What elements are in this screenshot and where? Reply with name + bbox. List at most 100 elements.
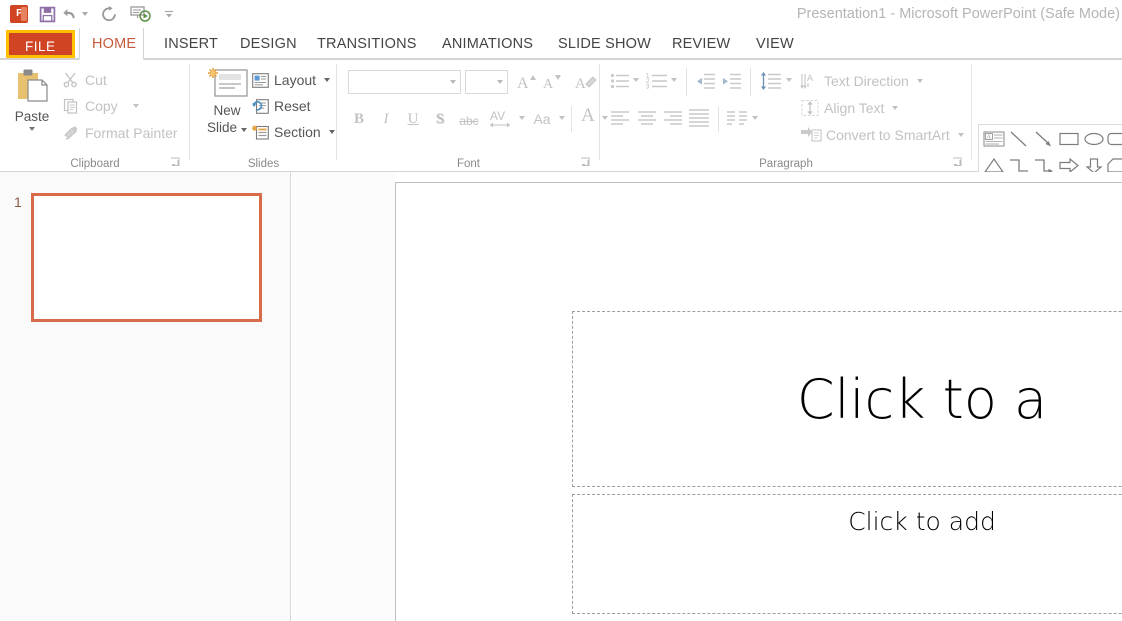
paragraph-divider-3 [718,106,719,132]
tab-design[interactable]: DESIGN [228,28,309,60]
columns-dropdown-icon[interactable] [752,116,758,120]
strikethrough-button[interactable]: abc [454,109,484,133]
change-case-button[interactable]: Aa [529,107,555,131]
bold-button[interactable]: B [349,107,369,131]
align-text-button[interactable]: Align Text [800,97,899,119]
copy-icon [62,97,80,115]
customize-qat-icon[interactable] [156,2,182,26]
paste-button[interactable]: Paste [10,66,54,148]
font-size-combobox[interactable] [465,70,508,94]
bullets-dropdown-icon[interactable] [633,78,639,82]
font-name-dropdown-icon[interactable] [450,80,456,84]
group-label-clipboard: Clipboard [70,158,120,170]
convert-to-smartart-dropdown-icon[interactable] [957,133,964,137]
reset-icon [250,96,270,116]
line-shape-icon[interactable] [1006,126,1031,152]
powerpoint-window: Presentation1 - Microsoft PowerPoint (Sa… [0,0,1122,621]
tab-transitions[interactable]: TRANSITIONS [305,28,429,60]
text-box-shape-icon[interactable]: A [981,126,1006,152]
slide-thumbnail-pane[interactable]: 1 [0,172,291,621]
decrease-indent-button[interactable] [696,72,716,90]
tab-file[interactable]: FILE [6,30,75,58]
section-dropdown-icon[interactable] [328,130,335,134]
increase-indent-button[interactable] [722,72,742,90]
oval-shape-icon[interactable] [1081,126,1106,152]
subtitle-placeholder[interactable]: Click to add [572,494,1122,614]
clear-formatting-button[interactable]: A [573,70,599,94]
bullets-button[interactable] [610,72,630,90]
rectangle-shape-icon[interactable] [1056,126,1081,152]
arrow-shape-icon[interactable] [1031,126,1056,152]
decrease-font-size-button[interactable]: A [540,70,564,94]
numbering-button[interactable]: 1 2 3 [646,72,668,90]
tab-review[interactable]: REVIEW [660,28,742,60]
powerpoint-logo-icon[interactable]: P [6,2,32,26]
new-slide-dropdown-icon[interactable] [241,128,248,132]
tab-animations[interactable]: ANIMATIONS [430,28,545,60]
text-shadow-button[interactable]: S [430,107,450,131]
group-font: A A A B I U S abc AV Aa A Font [337,60,608,172]
clipboard-dialog-launcher[interactable] [170,157,182,169]
text-direction-button[interactable]: A Text Direction [800,70,923,92]
ribbon-tab-strip: HOME INSERT DESIGN TRANSITIONS ANIMATION… [0,28,1122,60]
copy-label: Copy [85,98,118,114]
italic-button[interactable]: I [376,107,396,131]
paste-dropdown-icon[interactable] [29,126,35,132]
quick-access-toolbar: P [6,2,182,26]
align-right-button[interactable] [663,110,683,126]
svg-text:A: A [575,76,586,92]
align-left-button[interactable] [610,110,630,126]
new-slide-button[interactable]: New Slide [198,66,256,156]
font-inner-divider [571,106,572,132]
character-spacing-dropdown-icon[interactable] [519,116,525,120]
format-painter-button[interactable]: Format Painter [62,121,178,145]
change-case-dropdown-icon[interactable] [559,116,565,120]
layout-dropdown-icon[interactable] [324,78,331,82]
format-painter-icon [62,124,80,142]
start-slideshow-icon[interactable] [128,2,154,26]
tab-home[interactable]: HOME [79,28,144,60]
ribbon: Paste Cut Copy Format Painter Clipboard … [0,60,1122,204]
align-text-icon [800,99,820,117]
group-clipboard: Paste Cut Copy Format Painter Clipboard [0,60,190,172]
paragraph-dialog-launcher[interactable] [952,157,964,169]
line-spacing-button[interactable] [760,72,782,90]
group-label-font: Font [456,158,480,170]
title-placeholder[interactable]: Click to a [572,311,1122,487]
window-title: Presentation1 - Microsoft PowerPoint (Sa… [796,6,1120,22]
layout-button[interactable]: Layout [250,68,331,92]
reset-button[interactable]: Reset [250,94,311,118]
section-button[interactable]: Section [250,120,335,144]
save-icon[interactable] [34,2,60,26]
cut-button[interactable]: Cut [62,68,107,92]
slide-thumbnail-1[interactable] [31,193,262,322]
font-dialog-launcher[interactable] [580,157,592,169]
copy-button[interactable]: Copy [62,94,139,118]
copy-dropdown-icon[interactable] [132,104,139,108]
line-spacing-dropdown-icon[interactable] [786,78,792,82]
columns-button[interactable] [726,110,748,126]
font-color-button[interactable]: A [577,104,599,128]
justify-button[interactable] [688,108,710,128]
align-text-dropdown-icon[interactable] [892,106,899,110]
convert-to-smartart-button[interactable]: Convert to SmartArt [800,124,964,146]
layout-icon [250,70,270,90]
tab-slide-show[interactable]: SLIDE SHOW [546,28,663,60]
svg-text:AV: AV [490,109,505,123]
slide-canvas[interactable]: Click to a Click to add [395,182,1122,621]
section-icon [250,122,270,142]
font-size-dropdown-icon[interactable] [497,80,503,84]
increase-font-size-button[interactable]: A [514,70,538,94]
rounded-rectangle-shape-icon[interactable] [1104,126,1122,152]
undo-icon[interactable] [62,2,88,26]
font-name-combobox[interactable] [348,70,461,94]
tab-view[interactable]: VIEW [744,28,806,60]
redo-icon[interactable] [96,2,122,26]
numbering-dropdown-icon[interactable] [671,78,677,82]
underline-button[interactable]: U [403,107,423,131]
slide-number-1: 1 [14,194,22,210]
text-direction-dropdown-icon[interactable] [916,79,923,83]
align-center-button[interactable] [637,110,657,126]
tab-insert[interactable]: INSERT [152,28,230,60]
character-spacing-button[interactable]: AV [487,107,515,131]
